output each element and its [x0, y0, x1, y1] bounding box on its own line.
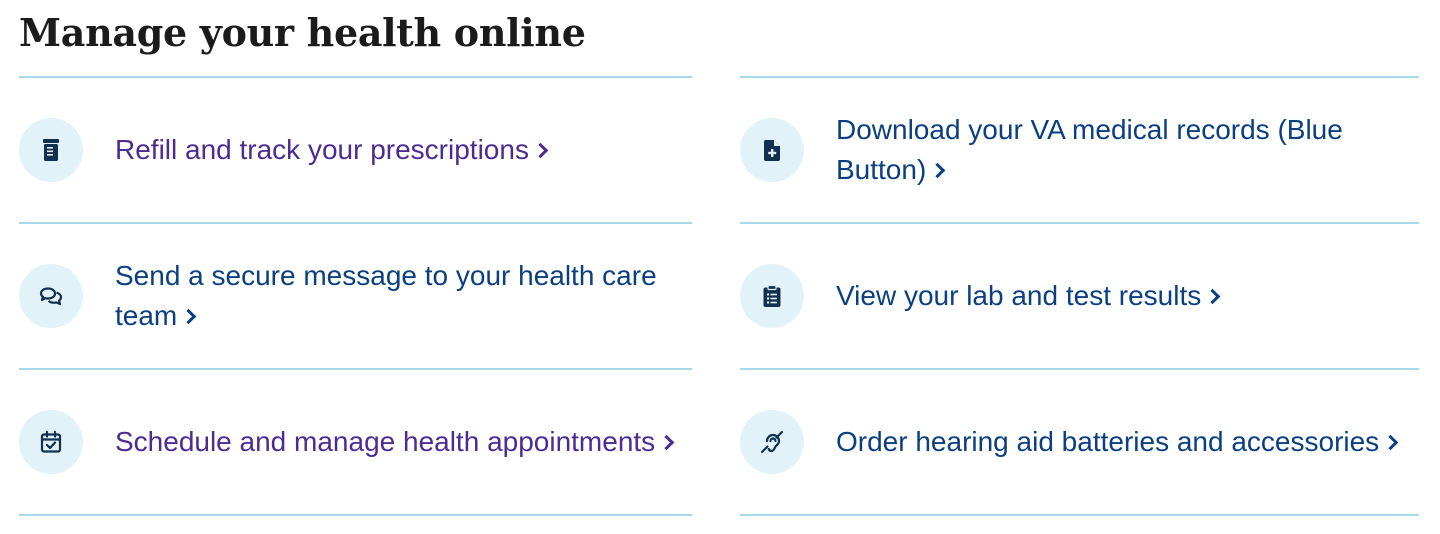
prescriptions-link[interactable]: Refill and track your prescriptions: [19, 78, 692, 222]
chevron-right-icon: [930, 162, 946, 179]
chat-bubbles-icon: [19, 264, 83, 328]
medical-records-link[interactable]: Download your VA medical records (Blue B…: [740, 78, 1419, 222]
chevron-right-icon: [658, 434, 675, 451]
medical-file-icon: [740, 118, 804, 182]
chevron-right-icon: [1382, 434, 1399, 451]
calendar-check-icon: [19, 410, 83, 474]
page-title: Manage your health online: [19, 10, 586, 55]
prescriptions-link-text: Refill and track your prescriptions: [115, 134, 529, 165]
secure-message-link[interactable]: Send a secure message to your health car…: [19, 224, 692, 368]
divider: [740, 514, 1419, 516]
prescription-bottle-icon: [19, 118, 83, 182]
hearing-aid-link-text: Order hearing aid batteries and accessor…: [836, 426, 1380, 457]
lab-results-link[interactable]: View your lab and test results: [740, 224, 1419, 368]
secure-message-link-text: Send a secure message to your health car…: [115, 260, 657, 331]
left-link-column: Refill and track your prescriptions Send…: [19, 76, 692, 516]
right-link-column: Download your VA medical records (Blue B…: [740, 76, 1419, 516]
divider: [19, 514, 692, 516]
hearing-aid-link[interactable]: Order hearing aid batteries and accessor…: [740, 370, 1419, 514]
medical-records-link-text: Download your VA medical records (Blue B…: [836, 114, 1343, 185]
clipboard-list-icon: [740, 264, 804, 328]
chevron-right-icon: [532, 142, 549, 159]
chevron-right-icon: [180, 308, 197, 325]
appointments-link-text: Schedule and manage health appointments: [115, 426, 656, 457]
hearing-assist-icon: [740, 410, 804, 474]
lab-results-link-text: View your lab and test results: [836, 280, 1202, 311]
appointments-link[interactable]: Schedule and manage health appointments: [19, 370, 692, 514]
chevron-right-icon: [1204, 288, 1221, 305]
